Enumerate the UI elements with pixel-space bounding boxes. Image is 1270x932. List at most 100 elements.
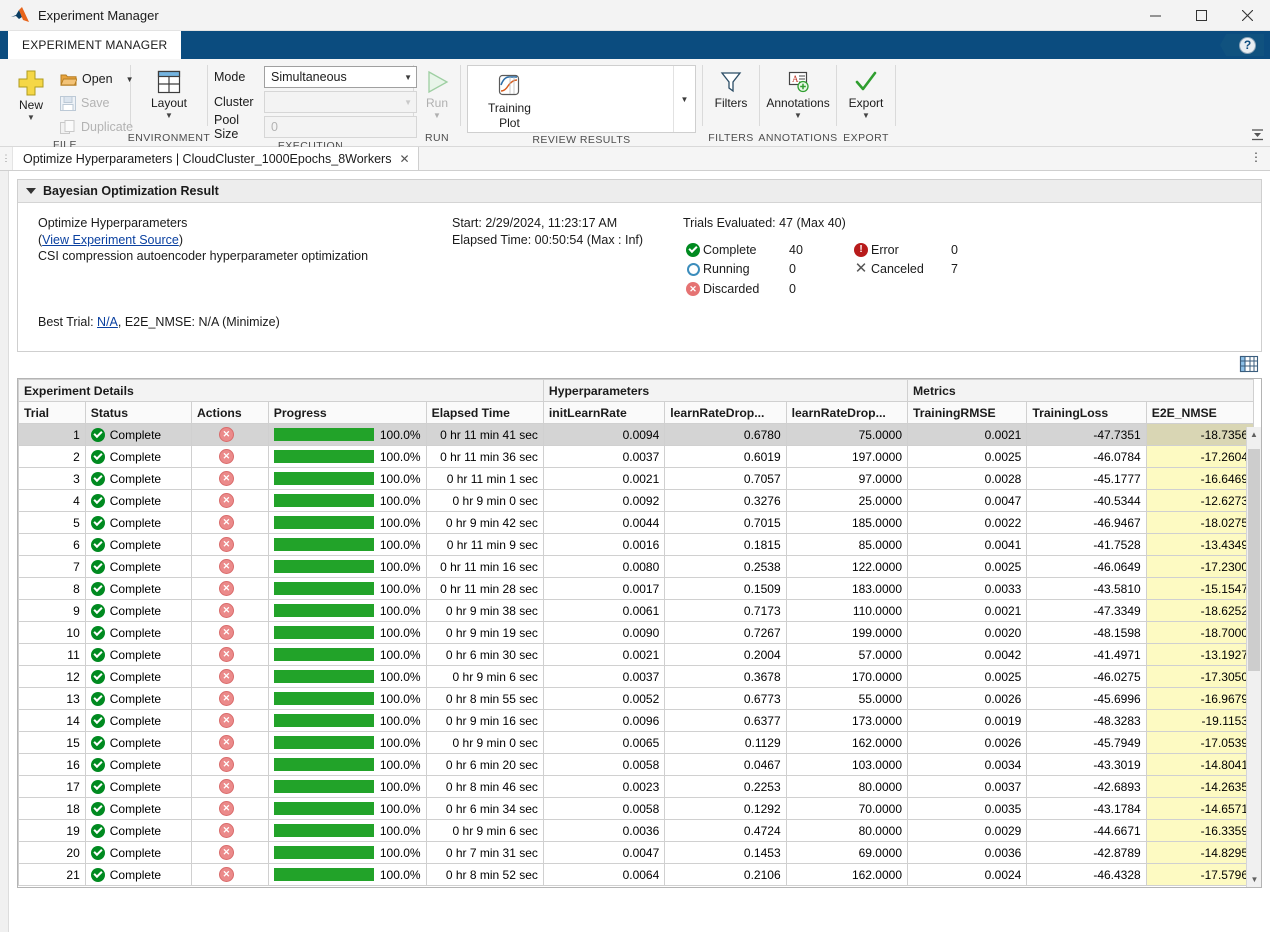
- training-plot-button[interactable]: Training Plot: [480, 70, 539, 130]
- table-row[interactable]: 5Complete✕100.0%0 hr 9 min 42 sec0.00440…: [19, 512, 1254, 534]
- scroll-down-icon[interactable]: ▼: [1247, 872, 1262, 887]
- layout-button[interactable]: Layout ▼: [143, 63, 195, 120]
- stop-trial-icon[interactable]: ✕: [219, 449, 234, 464]
- cell-status: Complete: [85, 622, 191, 644]
- cluster-select[interactable]: ▼: [264, 91, 417, 113]
- mode-select[interactable]: Simultaneous ▼: [264, 66, 417, 88]
- stop-trial-icon[interactable]: ✕: [219, 603, 234, 618]
- close-icon[interactable]: ✕: [399, 152, 409, 166]
- column-header-status[interactable]: Status: [85, 402, 191, 424]
- stop-trial-icon[interactable]: ✕: [219, 471, 234, 486]
- column-header-e2e-nmse[interactable]: E2E_NMSE: [1146, 402, 1253, 424]
- column-header-trial[interactable]: Trial: [19, 402, 86, 424]
- document-tab-overflow-button[interactable]: ⋮: [1250, 151, 1262, 163]
- table-row[interactable]: 2Complete✕100.0%0 hr 11 min 36 sec0.0037…: [19, 446, 1254, 468]
- export-caret-icon[interactable]: ▼: [862, 112, 870, 120]
- table-row[interactable]: 4Complete✕100.0%0 hr 9 min 0 sec0.00920.…: [19, 490, 1254, 512]
- cell-elapsed-time: 0 hr 9 min 6 sec: [426, 666, 543, 688]
- table-row[interactable]: 9Complete✕100.0%0 hr 9 min 38 sec0.00610…: [19, 600, 1254, 622]
- view-experiment-source-link[interactable]: View Experiment Source: [42, 233, 179, 247]
- cell-trial: 21: [19, 864, 86, 886]
- poolsize-input[interactable]: 0: [264, 116, 417, 138]
- stop-trial-icon[interactable]: ✕: [219, 713, 234, 728]
- cell-elapsed-time: 0 hr 9 min 0 sec: [426, 490, 543, 512]
- table-row[interactable]: 7Complete✕100.0%0 hr 11 min 16 sec0.0080…: [19, 556, 1254, 578]
- table-row[interactable]: 15Complete✕100.0%0 hr 9 min 0 sec0.00650…: [19, 732, 1254, 754]
- table-row[interactable]: 21Complete✕100.0%0 hr 8 min 52 sec0.0064…: [19, 864, 1254, 886]
- stop-trial-icon[interactable]: ✕: [219, 669, 234, 684]
- close-button[interactable]: [1224, 0, 1270, 31]
- filters-button[interactable]: Filters: [709, 63, 753, 110]
- table-row[interactable]: 20Complete✕100.0%0 hr 7 min 31 sec0.0047…: [19, 842, 1254, 864]
- tab-bar-gripper[interactable]: ⋮: [0, 147, 13, 170]
- cell-trainingrmse: 0.0026: [908, 732, 1027, 754]
- best-trial-link[interactable]: N/A: [97, 315, 118, 329]
- stop-trial-icon[interactable]: ✕: [219, 515, 234, 530]
- column-header-elapsed-time[interactable]: Elapsed Time: [426, 402, 543, 424]
- table-row[interactable]: 19Complete✕100.0%0 hr 9 min 6 sec0.00360…: [19, 820, 1254, 842]
- stop-trial-icon[interactable]: ✕: [219, 427, 234, 442]
- annotations-caret-icon[interactable]: ▼: [794, 112, 802, 120]
- table-row[interactable]: 11Complete✕100.0%0 hr 6 min 30 sec0.0021…: [19, 644, 1254, 666]
- minimize-button[interactable]: [1132, 0, 1178, 31]
- maximize-button[interactable]: [1178, 0, 1224, 31]
- table-row[interactable]: 8Complete✕100.0%0 hr 11 min 28 sec0.0017…: [19, 578, 1254, 600]
- table-row[interactable]: 10Complete✕100.0%0 hr 9 min 19 sec0.0090…: [19, 622, 1254, 644]
- new-button[interactable]: New ▼: [6, 63, 56, 122]
- table-row[interactable]: 6Complete✕100.0%0 hr 11 min 9 sec0.00160…: [19, 534, 1254, 556]
- stop-trial-icon[interactable]: ✕: [219, 647, 234, 662]
- stop-trial-icon[interactable]: ✕: [219, 779, 234, 794]
- table-vertical-scrollbar[interactable]: ▲ ▼: [1246, 427, 1261, 887]
- tab-experiment-manager[interactable]: EXPERIMENT MANAGER: [8, 31, 181, 59]
- progress-bar: [274, 428, 374, 441]
- error-icon: !: [851, 243, 871, 257]
- new-caret-icon[interactable]: ▼: [27, 114, 35, 122]
- layout-caret-icon[interactable]: ▼: [165, 112, 173, 120]
- document-tab[interactable]: Optimize Hyperparameters | CloudCluster_…: [13, 147, 419, 170]
- stop-trial-icon[interactable]: ✕: [219, 581, 234, 596]
- stop-trial-icon[interactable]: ✕: [219, 735, 234, 750]
- export-button[interactable]: Export ▼: [843, 63, 889, 120]
- table-row[interactable]: 3Complete✕100.0%0 hr 11 min 1 sec0.00210…: [19, 468, 1254, 490]
- collapse-ribbon-button[interactable]: [1251, 128, 1264, 144]
- stop-trial-icon[interactable]: ✕: [219, 823, 234, 838]
- scrollbar-thumb[interactable]: [1248, 449, 1260, 671]
- result-panel-header[interactable]: Bayesian Optimization Result: [18, 180, 1261, 203]
- column-header-initlearnrate[interactable]: initLearnRate: [543, 402, 664, 424]
- table-row[interactable]: 17Complete✕100.0%0 hr 8 min 46 sec0.0023…: [19, 776, 1254, 798]
- stop-trial-icon[interactable]: ✕: [219, 493, 234, 508]
- table-row[interactable]: 13Complete✕100.0%0 hr 8 min 55 sec0.0052…: [19, 688, 1254, 710]
- review-results-overflow-button[interactable]: ▼: [673, 66, 695, 132]
- column-settings-button[interactable]: [1238, 354, 1260, 374]
- cell-e2e-nmse: -14.2635: [1146, 776, 1253, 798]
- help-button[interactable]: ?: [1220, 34, 1264, 56]
- cell-progress: 100.0%: [268, 644, 426, 666]
- table-row[interactable]: 14Complete✕100.0%0 hr 9 min 16 sec0.0096…: [19, 710, 1254, 732]
- cell-actions: ✕: [191, 622, 268, 644]
- column-header-learnratedrop-1[interactable]: learnRateDrop...: [665, 402, 786, 424]
- stop-trial-icon[interactable]: ✕: [219, 537, 234, 552]
- table-row[interactable]: 12Complete✕100.0%0 hr 9 min 6 sec0.00370…: [19, 666, 1254, 688]
- annotations-button[interactable]: A Annotations ▼: [766, 63, 830, 120]
- column-header-progress[interactable]: Progress: [268, 402, 426, 424]
- table-row[interactable]: 16Complete✕100.0%0 hr 6 min 20 sec0.0058…: [19, 754, 1254, 776]
- open-button[interactable]: Open ▼: [56, 67, 138, 91]
- table-row[interactable]: 18Complete✕100.0%0 hr 6 min 34 sec0.0058…: [19, 798, 1254, 820]
- stop-trial-icon[interactable]: ✕: [219, 559, 234, 574]
- collapse-triangle-icon[interactable]: [26, 188, 36, 194]
- stop-trial-icon[interactable]: ✕: [219, 757, 234, 772]
- cell-status: Complete: [85, 644, 191, 666]
- scroll-up-icon[interactable]: ▲: [1247, 427, 1261, 442]
- stop-trial-icon[interactable]: ✕: [219, 867, 234, 882]
- stop-trial-icon[interactable]: ✕: [219, 845, 234, 860]
- column-header-trainingrmse[interactable]: TrainingRMSE: [908, 402, 1027, 424]
- table-row[interactable]: 1Complete✕100.0%0 hr 11 min 41 sec0.0094…: [19, 424, 1254, 446]
- column-header-actions[interactable]: Actions: [191, 402, 268, 424]
- column-header-trainingloss[interactable]: TrainingLoss: [1027, 402, 1146, 424]
- cell-progress: 100.0%: [268, 710, 426, 732]
- stop-trial-icon[interactable]: ✕: [219, 691, 234, 706]
- stop-trial-icon[interactable]: ✕: [219, 625, 234, 640]
- column-header-learnratedrop-2[interactable]: learnRateDrop...: [786, 402, 907, 424]
- progress-percent: 100.0%: [380, 692, 421, 706]
- stop-trial-icon[interactable]: ✕: [219, 801, 234, 816]
